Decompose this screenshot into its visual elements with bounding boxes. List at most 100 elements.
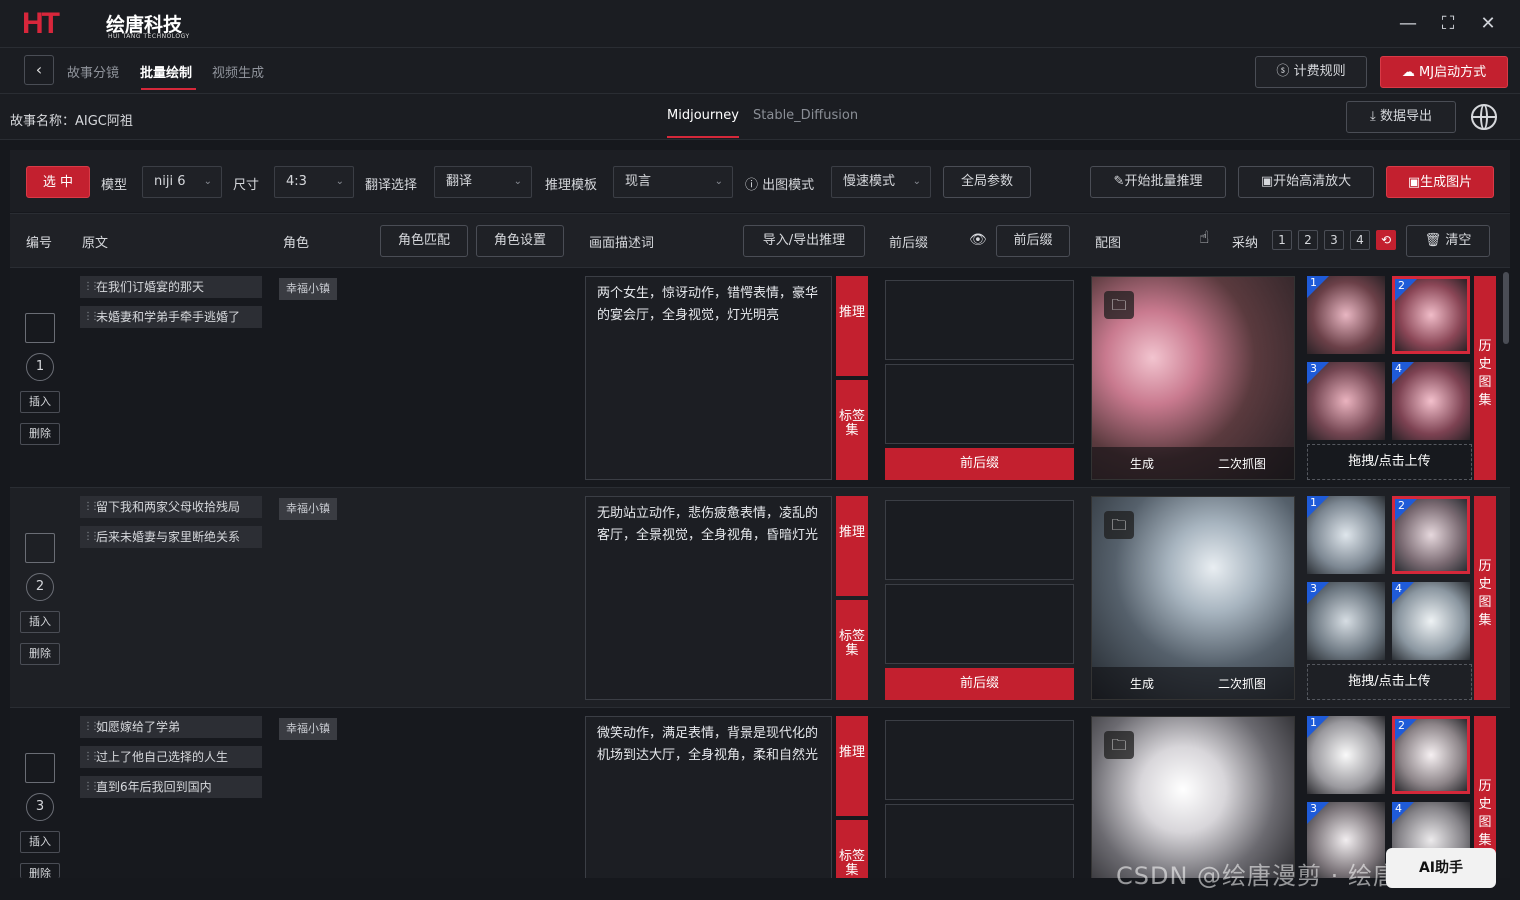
sentence-item[interactable]: 未婚妻和学弟手牵手逃婚了 [80,306,262,328]
sentence-item[interactable]: 如愿嫁给了学弟 [80,716,262,738]
infer-button[interactable]: 推理 [836,716,868,816]
history-gallery-button[interactable]: 历史图集 [1474,496,1496,700]
row-checkbox[interactable] [25,753,55,783]
folder-icon[interactable]: 🗀 [1104,511,1134,539]
second-capture-button[interactable]: 二次抓图 [1218,675,1266,692]
main-image[interactable]: 🗀 [1091,716,1295,878]
ai-assistant-badge[interactable]: AI助手 [1386,848,1496,888]
adopt-page-1[interactable]: 1 [1272,230,1292,250]
tags-button[interactable]: 标签集 [836,380,868,480]
role-tag[interactable]: 幸福小镇 [279,278,337,300]
delete-button[interactable]: 删除 [20,643,60,665]
tab-midjourney[interactable]: Midjourney [667,108,739,123]
hd-upscale-button[interactable]: ▣开始高清放大 [1238,166,1374,198]
thumbnail-3[interactable]: 3 [1307,362,1385,440]
thumbnail-3[interactable]: 3 [1307,582,1385,660]
import-export-button[interactable]: 导入/导出推理 [743,225,865,257]
template-select[interactable]: 现言 ⌄ [613,166,733,198]
row-checkbox[interactable] [25,533,55,563]
row-checkbox[interactable] [25,313,55,343]
thumbnail-2[interactable]: 2 [1392,716,1470,794]
thumbnail-2[interactable]: 2 [1392,496,1470,574]
folder-icon[interactable]: 🗀 [1104,731,1134,759]
maximize-icon[interactable]: ⛶ [1436,12,1460,36]
history-gallery-button[interactable]: 历史图集 [1474,276,1496,480]
minimize-icon[interactable]: — [1396,12,1420,36]
insert-button[interactable]: 插入 [20,391,60,413]
suffix-input[interactable] [885,804,1074,878]
adopt-page-4[interactable]: 4 [1350,230,1370,250]
help-icon[interactable]: ⓘ [745,178,758,193]
delete-button[interactable]: 删除 [20,423,60,445]
clear-button[interactable]: 🗑 清空 [1406,225,1490,257]
insert-button[interactable]: 插入 [20,831,60,853]
role-tag[interactable]: 幸福小镇 [279,498,337,520]
folder-icon[interactable]: 🗀 [1104,291,1134,319]
prefix-input[interactable] [885,720,1074,800]
eye-icon[interactable]: 👁 [969,232,987,248]
role-tag[interactable]: 幸福小镇 [279,718,337,740]
tags-button[interactable]: 标签集 [836,820,868,878]
prefix-input[interactable] [885,280,1074,360]
tab-batch-draw[interactable]: 批量绘制 [140,62,192,81]
sentence-item[interactable]: 直到6年后我回到国内 [80,776,262,798]
tab-video-gen[interactable]: 视频生成 [212,62,264,81]
hand-icon[interactable]: ☝ [1199,228,1209,248]
size-select[interactable]: 4:3 ⌄ [274,166,354,198]
upload-dropzone[interactable]: 拖拽/点击上传 [1307,664,1472,700]
main-image[interactable]: 🗀 生成 二次抓图 [1091,276,1295,480]
prefix-input[interactable] [885,500,1074,580]
trash-icon: 🗑 [1424,233,1446,248]
mj-start-button[interactable]: ☁ MJ启动方式 [1380,56,1508,88]
suffix-input[interactable] [885,364,1074,444]
insert-button[interactable]: 插入 [20,611,60,633]
billing-rules-button[interactable]: ⓢ 计费规则 [1255,56,1367,88]
export-data-button[interactable]: ⤓ 数据导出 [1346,101,1456,133]
suffix-input[interactable] [885,584,1074,664]
generate-button[interactable]: 生成 [1130,675,1154,692]
thumbnail-1[interactable]: 1 [1307,716,1385,794]
main-image[interactable]: 🗀 生成 二次抓图 [1091,496,1295,700]
sentence-item[interactable]: 留下我和两家父母收拾残局 [80,496,262,518]
prefix-header-button[interactable]: 前后缀 [996,225,1070,257]
globe-icon[interactable] [1471,104,1497,130]
col-image: 配图 [1095,236,1122,251]
description-textarea[interactable]: 微笑动作，满足表情，背景是现代化的机场到达大厅，全身视角，柔和自然光 [585,716,832,878]
thumbnail-4[interactable]: 4 [1392,362,1470,440]
prefix-button[interactable]: 前后缀 [885,668,1074,700]
second-capture-button[interactable]: 二次抓图 [1218,455,1266,472]
scrollbar-thumb[interactable] [1503,272,1509,344]
description-textarea[interactable]: 两个女生，惊讶动作，错愕表情，豪华的宴会厅，全身视觉，灯光明亮 [585,276,832,480]
description-textarea[interactable]: 无助站立动作，悲伤疲惫表情，凌乱的客厅，全景视觉，全身视角，昏暗灯光 [585,496,832,700]
infer-button[interactable]: 推理 [836,496,868,596]
prefix-button[interactable]: 前后缀 [885,448,1074,480]
thumbnail-2[interactable]: 2 [1392,276,1470,354]
adopt-page-2[interactable]: 2 [1298,230,1318,250]
global-params-button[interactable]: 全局参数 [943,166,1031,198]
select-all-button[interactable]: 选 中 [26,166,90,198]
generate-image-button[interactable]: ▣生成图片 [1386,166,1494,198]
thumbnail-1[interactable]: 1 [1307,496,1385,574]
model-select[interactable]: niji 6 ⌄ [142,166,222,198]
loop-icon[interactable]: ⟲ [1376,230,1396,250]
close-icon[interactable]: ✕ [1476,12,1500,36]
sentence-item[interactable]: 后来未婚妻与家里断绝关系 [80,526,262,548]
batch-infer-button[interactable]: ✎开始批量推理 [1090,166,1226,198]
role-match-button[interactable]: 角色匹配 [380,225,468,257]
output-mode-select[interactable]: 慢速模式 ⌄ [831,166,931,198]
tab-stable-diffusion[interactable]: Stable_Diffusion [753,108,858,123]
adopt-page-3[interactable]: 3 [1324,230,1344,250]
generate-button[interactable]: 生成 [1130,455,1154,472]
translate-select[interactable]: 翻译 ⌄ [434,166,532,198]
upload-dropzone[interactable]: 拖拽/点击上传 [1307,444,1472,480]
tab-storyboard[interactable]: 故事分镜 [67,62,119,81]
delete-button[interactable]: 删除 [20,863,60,878]
thumbnail-4[interactable]: 4 [1392,582,1470,660]
thumbnail-1[interactable]: 1 [1307,276,1385,354]
back-button[interactable]: ‹ [24,55,54,85]
tags-button[interactable]: 标签集 [836,600,868,700]
sentence-item[interactable]: 在我们订婚宴的那天 [80,276,262,298]
sentence-item[interactable]: 过上了他自己选择的人生 [80,746,262,768]
role-settings-button[interactable]: 角色设置 [476,225,564,257]
infer-button[interactable]: 推理 [836,276,868,376]
